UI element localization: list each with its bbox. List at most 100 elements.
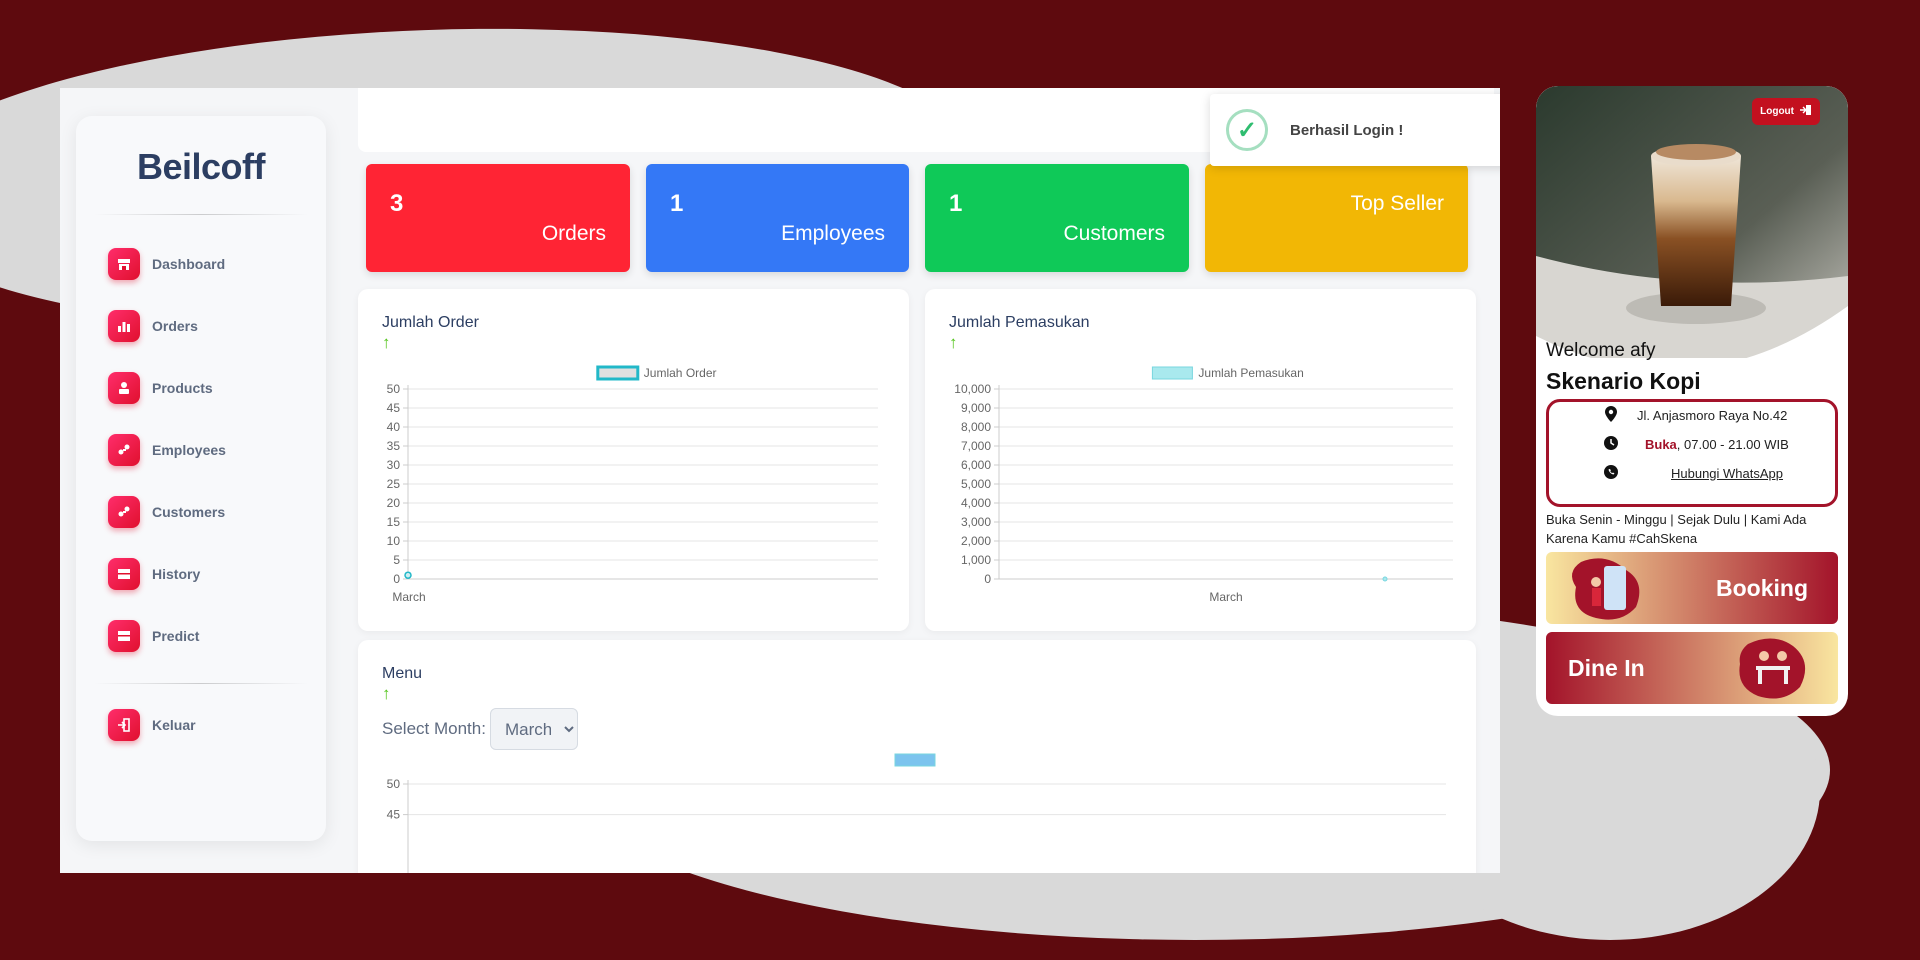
x-tick-label: March xyxy=(1209,590,1242,604)
sidebar-item-label: Customers xyxy=(152,504,226,520)
y-tick-label: 1,000 xyxy=(961,553,991,567)
y-tick-label: 3,000 xyxy=(961,515,991,529)
sidebar-item-customers[interactable]: Customers xyxy=(76,481,326,543)
legend-label: Jumlah Pemasukan xyxy=(1198,366,1303,380)
card-value: 3 xyxy=(390,190,404,217)
legend-swatch xyxy=(596,365,640,381)
sidebar-item-label: History xyxy=(152,566,201,582)
card-label: Orders xyxy=(541,222,606,245)
sidebar-item-predict[interactable]: Predict xyxy=(76,605,326,667)
card-value: 1 xyxy=(949,190,963,217)
users-icon xyxy=(108,434,140,466)
booking-button[interactable]: Booking xyxy=(1546,552,1838,624)
y-tick-label: 9,000 xyxy=(961,401,991,415)
y-tick-label: 0 xyxy=(984,572,991,586)
coffee-hero-image xyxy=(1536,86,1848,358)
bar-chart-icon xyxy=(108,310,140,342)
store-icon xyxy=(108,248,140,280)
dine-in-label: Dine In xyxy=(1568,655,1645,681)
y-tick-label: 40 xyxy=(387,420,401,434)
open-status: Buka xyxy=(1645,436,1677,452)
sidebar-item-employees[interactable]: Employees xyxy=(76,419,326,481)
y-tick-label: 7,000 xyxy=(961,439,991,453)
order-line-chart: Jumlah Order 0 5 10 15 20 25 30 35 40 45 50 March xyxy=(387,365,878,604)
employees-stat-card[interactable]: 1 Employees xyxy=(646,164,909,272)
income-area-chart: Jumlah Pemasukan 0 1,000 2,000 3,000 4,000 5,0… xyxy=(954,366,1453,604)
store-name: Skenario Kopi xyxy=(1546,368,1701,394)
booking-illustration-icon xyxy=(1572,558,1640,620)
y-tick-label: 20 xyxy=(387,496,401,510)
toast-message: Berhasil Login ! xyxy=(1290,121,1404,139)
sidebar-item-history[interactable]: History xyxy=(76,543,326,605)
brand-logo: Beilcoff xyxy=(136,146,266,187)
booking-label: Booking xyxy=(1716,575,1808,601)
y-tick-label: 15 xyxy=(387,515,401,529)
card-value: 1 xyxy=(670,190,684,217)
sidebar-item-label: Employees xyxy=(152,442,226,458)
y-tick-label: 25 xyxy=(387,477,401,491)
income-chart-panel: Jumlah Pemasukan ↑ Jumlah Pemasukan 0 1,00… xyxy=(925,289,1476,631)
y-tick-label: 4,000 xyxy=(961,496,991,510)
clock-icon xyxy=(1603,435,1619,453)
legend-swatch xyxy=(1151,366,1193,380)
y-tick-label: 50 xyxy=(387,382,401,396)
y-tick-label: 45 xyxy=(387,401,401,415)
logout-label: Logout xyxy=(1760,106,1794,117)
store-tagline: Buka Senin - Minggu | Sejak Dulu | Kami … xyxy=(1546,512,1807,546)
sidebar-item-label: Dashboard xyxy=(152,256,226,272)
logout-button[interactable]: Logout xyxy=(1752,98,1820,125)
y-tick-label: 45 xyxy=(387,808,401,822)
top-seller-card[interactable]: Top Seller xyxy=(1205,164,1468,272)
y-tick-label: 6,000 xyxy=(961,458,991,472)
whatsapp-icon xyxy=(1603,464,1619,482)
y-tick-label: 0 xyxy=(393,572,400,586)
sidebar-item-label: Orders xyxy=(152,318,198,334)
y-tick-label: 30 xyxy=(387,458,401,472)
check-icon: ✓ xyxy=(1226,109,1268,151)
sidebar-item-label: Products xyxy=(152,380,213,396)
sidebar: Beilcoff Dashboard Orders Products Emplo… xyxy=(76,116,326,841)
sidebar-divider xyxy=(94,683,308,684)
dashboard-window: Beilcoff Dashboard Orders Products Emplo… xyxy=(60,88,1500,873)
whatsapp-link[interactable]: Hubungi WhatsApp xyxy=(1671,466,1783,481)
menu-bar-chart: 45 50 xyxy=(387,753,1446,873)
card-label: Top Seller xyxy=(1350,192,1444,215)
sidebar-item-label: Keluar xyxy=(152,717,196,733)
opening-hours: , 07.00 - 21.00 WIB xyxy=(1676,436,1789,452)
y-tick-label: 5 xyxy=(393,553,400,567)
dine-in-illustration-icon xyxy=(1739,638,1806,699)
y-tick-label: 5,000 xyxy=(961,477,991,491)
login-success-toast: ✓ Berhasil Login ! xyxy=(1210,94,1500,166)
sidebar-item-logout[interactable]: Keluar xyxy=(76,694,326,756)
mobile-screen: Logout Welcome afy Skenario Kopi Jl. Anj… xyxy=(1536,86,1848,716)
users-icon xyxy=(108,496,140,528)
box-icon xyxy=(108,372,140,404)
sidebar-item-orders[interactable]: Orders xyxy=(76,295,326,357)
y-tick-label: 2,000 xyxy=(961,534,991,548)
welcome-text: Welcome afy xyxy=(1546,340,1656,361)
data-point xyxy=(1382,576,1388,582)
order-chart-panel: Jumlah Order ↑ Jumlah Order 0 5 10 15 20 25 30 3… xyxy=(358,289,909,631)
sidebar-item-label: Predict xyxy=(152,628,200,644)
data-point xyxy=(404,571,412,579)
sidebar-item-products[interactable]: Products xyxy=(76,357,326,419)
y-tick-label: 10 xyxy=(387,534,401,548)
y-tick-label: 35 xyxy=(387,439,401,453)
y-tick-label: 50 xyxy=(387,777,401,791)
card-label: Customers xyxy=(1063,222,1165,245)
table-icon xyxy=(108,620,140,652)
legend-label: Jumlah Order xyxy=(644,366,717,380)
address-text: Jl. Anjasmoro Raya No.42 xyxy=(1637,407,1788,423)
sidebar-item-dashboard[interactable]: Dashboard xyxy=(76,233,326,295)
location-pin-icon xyxy=(1603,405,1619,425)
sidebar-divider xyxy=(94,214,308,215)
customers-stat-card[interactable]: 1 Customers xyxy=(925,164,1189,272)
exit-icon xyxy=(108,709,140,741)
exit-icon xyxy=(1800,104,1812,119)
menu-chart-panel: Menu ↑ Select Month: March 45 50 xyxy=(358,640,1476,873)
y-tick-label: 8,000 xyxy=(961,420,991,434)
card-label: Employees xyxy=(781,222,885,245)
orders-stat-card[interactable]: 3 Orders xyxy=(366,164,630,272)
x-tick-label: March xyxy=(392,590,425,604)
dine-in-button[interactable]: Dine In xyxy=(1546,632,1838,704)
